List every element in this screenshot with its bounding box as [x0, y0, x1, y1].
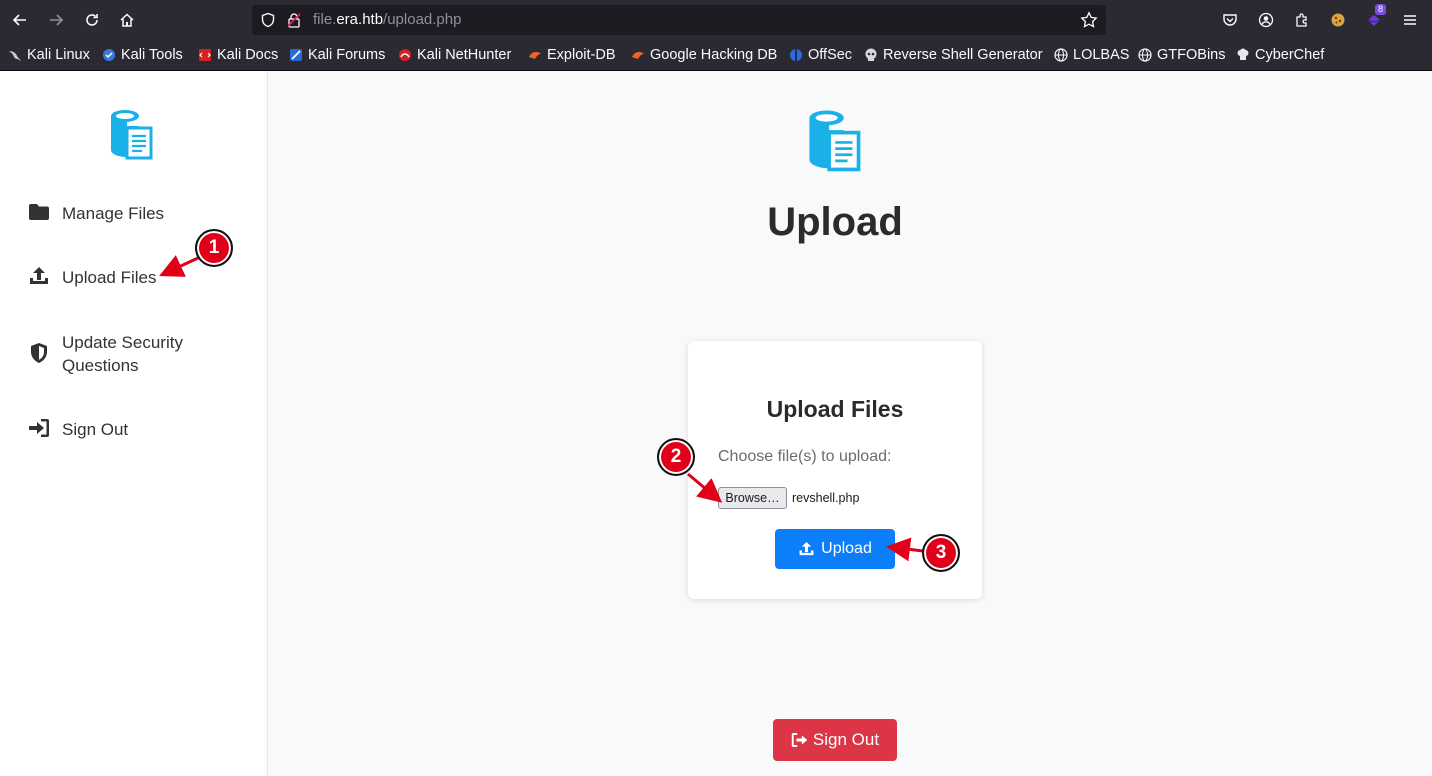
sign-out-button-label: Sign Out — [812, 730, 880, 749]
badge-extension-button[interactable]: 8 — [1362, 4, 1387, 32]
bookmark-label: Kali Tools — [121, 47, 183, 63]
offsec-icon — [790, 49, 802, 61]
bookmark-kali-docs[interactable]: Kali Docs — [198, 47, 278, 63]
bookmark-kali-linux[interactable]: Kali Linux — [8, 47, 90, 63]
puzzle-icon — [1296, 13, 1307, 27]
home-button[interactable] — [115, 8, 139, 32]
globe-icon — [1054, 48, 1068, 62]
sidebar-item-sign-out[interactable]: Sign Out — [27, 418, 128, 441]
step-marker-1: 1 — [195, 229, 233, 267]
sign-out-button[interactable]: Sign Out — [773, 719, 897, 761]
kali-dragon-icon — [9, 51, 21, 61]
upload-icon — [27, 266, 50, 286]
reload-icon — [86, 14, 98, 26]
bookmark-kali-nethunter[interactable]: Kali NetHunter — [398, 47, 511, 63]
bookmark-lolbas[interactable]: LOLBAS — [1054, 47, 1129, 63]
bookmark-gtfobins[interactable]: GTFOBins — [1138, 47, 1225, 63]
sidebar-item-label: Upload Files — [62, 268, 157, 287]
step-marker-3: 3 — [922, 534, 960, 572]
url-prefix: file. — [313, 11, 337, 28]
bookmark-exploit-db[interactable]: Exploit-DB — [528, 47, 616, 63]
sidebar-item-label: Sign Out — [62, 420, 129, 439]
url-text[interactable]: file.era.htb/upload.php — [313, 11, 461, 28]
home-icon — [120, 13, 134, 27]
arrow-right-icon — [50, 14, 64, 26]
cookie-extension-button[interactable] — [1326, 8, 1350, 32]
bookmarks-bar: Kali Linux Kali Tools Kali Docs Kali For… — [0, 40, 1432, 71]
page-title: Upload — [767, 200, 903, 244]
extensions-button[interactable] — [1290, 8, 1314, 32]
reload-button[interactable] — [80, 8, 104, 32]
bookmark-label: Exploit-DB — [547, 47, 616, 63]
bookmark-label: OffSec — [808, 47, 853, 63]
bookmark-label: LOLBAS — [1073, 47, 1130, 63]
exploitdb-icon — [529, 51, 541, 59]
arrow-left-icon — [12, 14, 26, 26]
menu-button[interactable] — [1398, 8, 1422, 32]
kali-tools-icon — [103, 49, 115, 61]
sidebar-item-update-security-questions[interactable]: Update Security Questions — [27, 331, 212, 377]
nethunter-icon — [399, 49, 411, 61]
globe-icon — [1138, 48, 1152, 62]
bookmark-label: Kali Linux — [27, 47, 90, 63]
selected-file-name: revshell.php — [792, 491, 860, 505]
bookmark-label: Google Hacking DB — [650, 47, 778, 63]
ghdb-icon — [632, 51, 644, 59]
cookie-icon — [1331, 13, 1345, 27]
file-database-logo-icon — [111, 110, 153, 160]
bookmark-star-icon[interactable] — [1080, 11, 1098, 29]
account-button[interactable] — [1254, 8, 1278, 32]
sign-out-icon — [791, 733, 808, 747]
kali-docs-icon — [199, 49, 211, 61]
pocket-icon — [1223, 14, 1237, 26]
insecure-lock-icon[interactable] — [286, 12, 302, 28]
bookmark-cyberchef[interactable]: CyberChef — [1236, 47, 1324, 63]
bookmark-label: CyberChef — [1255, 47, 1325, 63]
url-bar[interactable]: file.era.htb/upload.php — [252, 5, 1106, 35]
chef-hat-icon — [1237, 48, 1249, 60]
kali-forums-icon — [290, 49, 302, 61]
file-database-logo-icon — [809, 110, 861, 172]
bookmark-reverse-shell-generator[interactable]: Reverse Shell Generator — [864, 47, 1043, 63]
forward-button[interactable] — [44, 8, 68, 32]
browser-toolbar: file.era.htb/upload.php 8 — [0, 0, 1432, 40]
upload-button[interactable]: Upload — [775, 529, 895, 569]
bookmark-google-hacking-db[interactable]: Google Hacking DB — [631, 47, 777, 63]
bookmark-label: Kali Docs — [217, 47, 279, 63]
shield-icon — [27, 343, 50, 363]
card-title: Upload Files — [766, 396, 904, 422]
url-path: /upload.php — [383, 11, 462, 28]
pocket-button[interactable] — [1218, 8, 1242, 32]
url-domain: era.htb — [336, 11, 384, 28]
account-icon — [1258, 12, 1274, 28]
folder-icon — [27, 202, 50, 222]
extension-badge-count: 8 — [1375, 4, 1387, 15]
sidebar: Manage Files Upload Files Update Securit… — [0, 71, 268, 776]
tracking-shield-icon[interactable] — [260, 12, 276, 28]
sidebar-item-label: Manage Files — [62, 204, 165, 223]
sidebar-item-manage-files[interactable]: Manage Files — [27, 202, 164, 225]
browse-button[interactable]: Browse… — [718, 487, 787, 509]
sign-in-icon — [27, 418, 50, 438]
bookmark-label: Reverse Shell Generator — [883, 47, 1043, 63]
bookmark-kali-tools[interactable]: Kali Tools — [102, 47, 183, 63]
step-marker-2: 2 — [657, 438, 695, 476]
skull-icon — [865, 48, 877, 61]
bookmark-label: GTFOBins — [1157, 47, 1226, 63]
upload-icon — [799, 542, 814, 556]
sidebar-item-label: Update Security Questions — [62, 333, 183, 375]
hamburger-menu-icon — [1404, 15, 1416, 25]
file-input-label: Choose file(s) to upload: — [718, 448, 892, 465]
back-button[interactable] — [8, 8, 32, 32]
bookmark-offsec[interactable]: OffSec — [789, 47, 852, 63]
bookmark-label: Kali NetHunter — [417, 47, 512, 63]
bookmark-label: Kali Forums — [308, 47, 386, 63]
sidebar-item-upload-files[interactable]: Upload Files — [27, 266, 157, 289]
bookmark-kali-forums[interactable]: Kali Forums — [289, 47, 385, 63]
upload-button-label: Upload — [821, 540, 872, 557]
